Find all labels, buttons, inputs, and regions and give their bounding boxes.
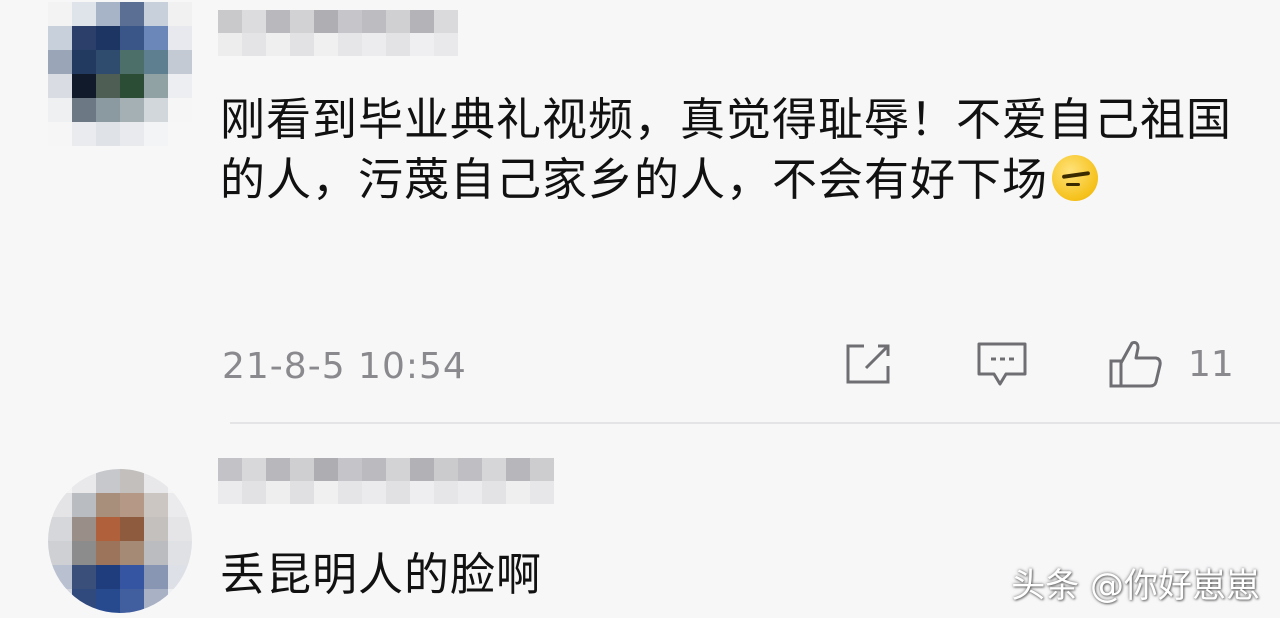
username[interactable] [218,10,458,56]
watermark: 头条 @你好崽崽 [1011,566,1260,606]
comment-item: 刚看到毕业典礼视频，真觉得耻辱！不爱自己祖国的人，污蔑自己家乡的人，不会有好下场… [0,0,1280,424]
avatar[interactable] [48,2,192,146]
username[interactable] [218,458,554,504]
like-count: 11 [1188,343,1234,385]
reply-button[interactable] [976,340,1028,388]
thumbs-up-icon [1109,341,1162,388]
comment-text: 刚看到毕业典礼视频，真觉得耻辱！不爱自己祖国的人，污蔑自己家乡的人，不会有好下场 [220,93,1233,206]
like-button[interactable]: 11 [1108,340,1234,388]
share-button[interactable] [844,340,894,388]
comment-divider [230,422,1280,424]
comment-icon [977,342,1027,386]
comment-timestamp: 21-8-5 10:54 [222,346,467,387]
share-edit-icon [846,344,890,384]
grimace-emoji [1052,155,1099,201]
avatar[interactable] [48,469,192,613]
